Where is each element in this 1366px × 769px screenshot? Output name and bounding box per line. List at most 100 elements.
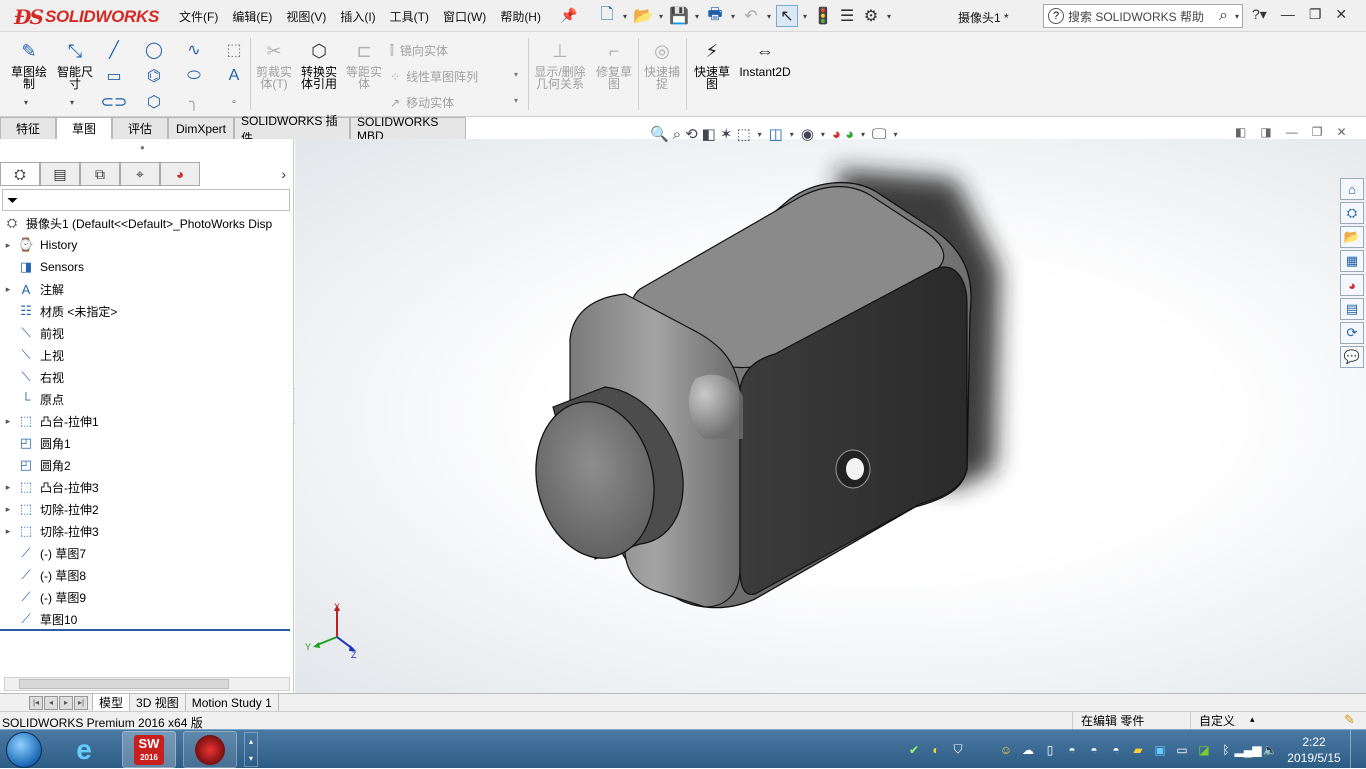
polygon-icon[interactable]: ⌬ [144,66,164,86]
previous-view-icon[interactable]: ⟲ [685,125,698,143]
tree-item[interactable]: ▸ A 注解 [0,278,292,300]
next-tab-icon[interactable]: ▸ [59,695,73,710]
chevron-down-icon[interactable]: ▾ [728,12,738,21]
open-folder-icon[interactable]: 📂 [632,5,654,27]
chevron-down-icon[interactable]: ▾ [514,96,518,105]
tab-3d-views[interactable]: 3D 视图 [130,694,186,711]
forum-icon[interactable]: 💬 [1340,346,1364,368]
graphics-area[interactable]: X Y Z [295,139,1366,693]
help-search-input[interactable]: 搜索 SOLIDWORKS 帮助 [1068,8,1215,25]
zoom-to-fit-icon[interactable]: 🔍 [650,125,669,143]
tree-item[interactable]: ▸ ⬚ 凸台-拉伸3 [0,476,292,498]
tray-chat-icon[interactable]: ☺ [998,742,1014,758]
mirror-entities-button[interactable]: ⫿ 镜向实体 [390,42,448,59]
configuration-manager-tab-icon[interactable]: ⧉ [80,162,120,186]
chevron-down-icon[interactable]: ▾ [24,98,28,107]
menu-view[interactable]: 视图(V) [279,8,333,25]
instant2d-button[interactable]: ⇔ Instant2D [738,40,792,78]
viewport-next-icon[interactable]: ◨ [1260,125,1271,139]
tray-folder-icon[interactable]: ▰ [1130,742,1146,758]
chevron-down-icon[interactable]: ▾ [755,130,765,139]
help-search[interactable]: ? 搜索 SOLIDWORKS 帮助 ⌕ ▾ [1043,4,1243,28]
trim-entities-button[interactable]: ✂ 剪裁实体(T) [254,40,294,90]
pin-icon[interactable]: 📌 [560,7,577,24]
dimxpert-manager-tab-icon[interactable]: ⌖ [120,162,160,186]
chevron-down-icon[interactable]: ▾ [858,130,868,139]
section-view-icon[interactable]: ◧ [702,125,716,143]
start-button-icon[interactable] [6,732,42,768]
chevron-right-icon[interactable]: › [281,166,286,182]
tree-item[interactable]: ◰ 圆角2 [0,454,292,476]
chevron-down-icon[interactable]: ▾ [692,12,702,21]
text-icon[interactable]: A [224,66,244,86]
tree-item[interactable]: ▸ ⬚ 切除-拉伸3 [0,520,292,542]
chevron-down-icon[interactable]: ▾ [70,98,74,107]
viewport-prev-icon[interactable]: ◧ [1235,125,1246,139]
custom-properties-icon[interactable]: ▤ [1340,298,1364,320]
taskbar-solidworks[interactable]: SW 2016 [122,731,176,768]
tab-motion-study[interactable]: Motion Study 1 [186,694,279,711]
tray-nvidia-icon[interactable]: ◪ [1196,742,1212,758]
design-library-icon[interactable]: ⛭ [1340,202,1364,224]
sketch-button[interactable]: ✎ 草图绘制 [8,40,50,90]
tree-item[interactable]: ⟋ (-) 草图9 [0,586,292,608]
quick-snaps-button[interactable]: ◎ 快速捕捉 [642,40,682,90]
scrollbar-thumb[interactable] [19,679,229,689]
feature-manager-tab-icon[interactable]: ⛭ [0,162,40,186]
move-entities-button[interactable]: ↗ 移动实体 [390,94,454,111]
tray-qq-icon[interactable]: ◓ [1108,742,1124,758]
apply-scene-icon[interactable]: ◕ [845,126,854,143]
menu-file[interactable]: 文件(F) [172,8,225,25]
chevron-down-icon[interactable]: ▾ [787,130,797,139]
menu-help[interactable]: 帮助(H) [493,8,548,25]
first-tab-icon[interactable]: |◂ [29,695,43,710]
chevron-down-icon[interactable]: ▾ [764,12,774,21]
chevron-down-icon[interactable]: ▾ [800,12,810,21]
expand-arrow-icon[interactable]: ▸ [0,482,16,493]
internet-explorer-icon[interactable]: e [62,732,106,767]
tray-display-icon[interactable]: ▭ [1174,742,1190,758]
panel-grip-icon[interactable]: ● [140,143,145,152]
tray-cloud-icon[interactable]: ☁ [1020,742,1036,758]
clock[interactable]: 2:22 2019/5/15 [1284,734,1344,766]
save-icon[interactable]: 💾 [668,5,690,27]
tab-features[interactable]: 特征 [0,117,56,139]
tray-bluetooth-icon[interactable]: ᛒ [1218,742,1234,758]
tree-item[interactable]: ▸ ⌚ History [0,234,292,256]
rapid-sketch-button[interactable]: ⚡ 快速草图 [692,40,732,90]
view-orientation-icon[interactable]: ⬚ [736,125,750,143]
tab-sketch[interactable]: 草图 [56,117,112,139]
circle-icon[interactable]: ◯ [144,40,164,60]
offset-entities-button[interactable]: ⊏ 等距实体 [344,40,384,90]
traffic-light-icon[interactable]: 🚦 [812,5,834,27]
point-icon[interactable]: ▫ [224,92,244,112]
property-manager-tab-icon[interactable]: ▤ [40,162,80,186]
expand-arrow-icon[interactable]: ▸ [0,284,16,295]
tree-item[interactable]: ☷ 材质 <未指定> [0,300,292,322]
display-style-icon[interactable]: ◫ [769,125,783,143]
status-units[interactable]: 自定义 [1190,712,1235,730]
tray-volume-icon[interactable]: 🔈 [1262,742,1278,758]
hide-show-icon[interactable]: ◉ [801,125,814,143]
rollback-bar[interactable] [0,629,290,631]
expand-arrow-icon[interactable]: ▸ [0,416,16,427]
horizontal-scrollbar[interactable] [4,677,290,691]
tree-item[interactable]: ◨ Sensors [0,256,292,278]
chevron-down-icon[interactable]: ▾ [884,12,894,21]
menu-edit[interactable]: 编辑(E) [225,8,279,25]
dynamic-annotation-icon[interactable]: ✶ [720,125,733,143]
chevron-down-icon[interactable]: ▾ [891,130,901,139]
menu-insert[interactable]: 插入(I) [333,8,382,25]
tree-item[interactable]: ◰ 圆角1 [0,432,292,454]
tree-item[interactable]: ⟍ 上视 [0,344,292,366]
expand-arrow-icon[interactable]: ▸ [0,504,16,515]
camera-model[interactable] [295,139,1366,693]
chevron-down-icon[interactable]: ▾ [656,12,666,21]
tray-security-icon[interactable]: ✔ [906,742,922,758]
rebuild-icon[interactable]: ✎ [1344,712,1355,728]
resources-icon[interactable]: ⟳ [1340,322,1364,344]
select-pointer-icon[interactable]: ↖ [776,5,798,27]
menu-tools[interactable]: 工具(T) [383,8,436,25]
viewport-restore-icon[interactable]: ❐ [1312,125,1323,139]
new-document-icon[interactable]: 🗋 [596,5,618,27]
